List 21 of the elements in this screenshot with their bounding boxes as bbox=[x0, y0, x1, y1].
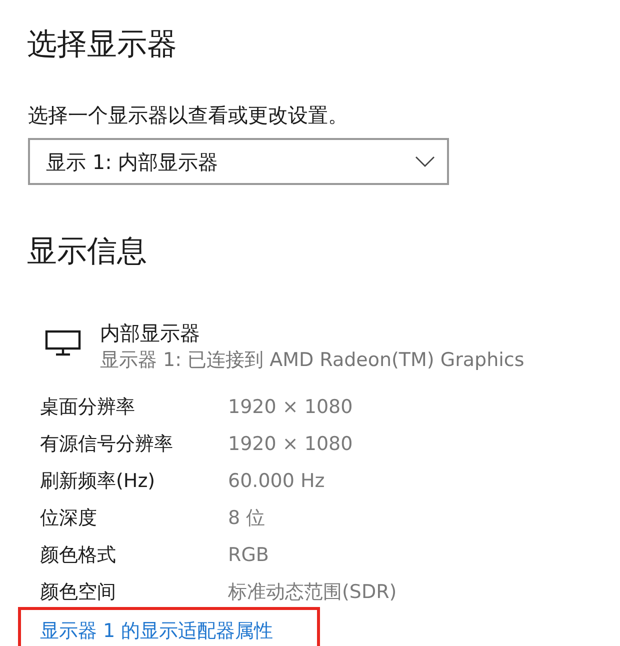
property-value: 1920 × 1080 bbox=[228, 395, 353, 420]
property-label: 颜色空间 bbox=[40, 580, 117, 605]
property-label: 刷新频率(Hz) bbox=[40, 469, 156, 494]
property-value: 8 位 bbox=[228, 506, 266, 531]
description-text: 选择一个显示器以查看或更改设置。 bbox=[28, 102, 349, 129]
property-value: 60.000 Hz bbox=[228, 469, 325, 494]
property-label: 桌面分辨率 bbox=[40, 395, 136, 420]
display-name: 内部显示器 bbox=[100, 320, 201, 346]
display-subtitle: 显示器 1: 已连接到 AMD Radeon(TM) Graphics bbox=[100, 348, 524, 373]
section-heading: 选择显示器 bbox=[27, 27, 178, 63]
property-label: 位深度 bbox=[40, 506, 98, 531]
property-label: 颜色格式 bbox=[40, 543, 117, 568]
display-dropdown[interactable]: 显示 1: 内部显示器 bbox=[28, 138, 449, 185]
property-value: RGB bbox=[228, 543, 269, 568]
adapter-properties-link[interactable]: 显示器 1 的显示适配器属性 bbox=[40, 617, 274, 645]
monitor-icon bbox=[45, 330, 81, 356]
property-value: 标准动态范围(SDR) bbox=[228, 580, 397, 605]
section-heading: 显示信息 bbox=[27, 234, 148, 270]
property-label: 有源信号分辨率 bbox=[40, 432, 174, 457]
chevron-down-icon bbox=[415, 156, 435, 167]
property-value: 1920 × 1080 bbox=[228, 432, 353, 457]
